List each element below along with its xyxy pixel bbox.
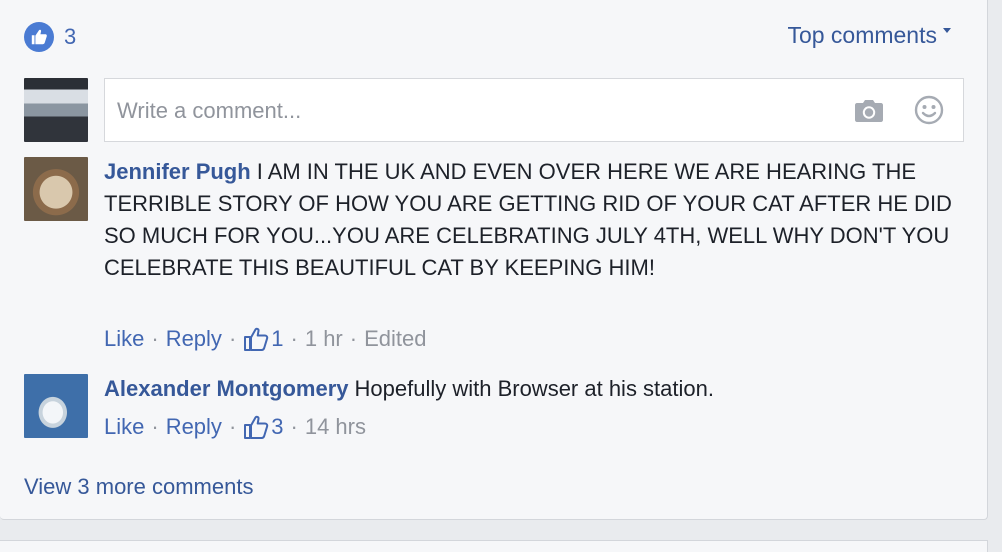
separator-dot: · [290,414,298,439]
comment-author[interactable]: Jennifer Pugh [104,159,251,184]
separator-dot: · [349,326,358,351]
view-more-comments-link[interactable]: View 3 more comments [24,474,253,500]
commenter-avatar[interactable] [24,374,88,438]
camera-icon[interactable] [854,99,884,123]
comment-reaction-count[interactable]: 3 [271,414,283,440]
reply-link[interactable]: Reply [166,414,222,440]
separator-dot: · [151,326,159,351]
comment-composer[interactable] [104,78,964,142]
comment-timestamp[interactable]: 14 hrs [305,414,366,440]
like-link[interactable]: Like [104,414,144,440]
separator-dot: · [290,326,298,351]
like-link[interactable]: Like [104,326,144,352]
separator-dot: · [228,326,237,351]
comment-body: Alexander Montgomery Hopefully with Brows… [104,373,954,405]
top-comments-dropdown[interactable]: Top comments [787,22,951,49]
separator-dot: · [151,414,159,439]
sort-label: Top comments [787,22,937,48]
comment-author[interactable]: Alexander Montgomery [104,376,349,401]
comment-actions: Like · Reply · 3 · 14 hrs [104,414,366,440]
separator-dot: · [228,414,237,439]
comment-body: Jennifer Pugh I AM IN THE UK AND EVEN OVE… [104,156,954,284]
caret-down-icon [943,28,951,33]
comments-panel: 3 Top comments Jennifer PughI AM IN THE [0,0,988,520]
comment-text: Hopefully with Browser at his station. [354,376,715,401]
smiley-icon[interactable] [914,95,944,125]
thumbs-up-outline-icon[interactable] [243,326,269,352]
comment-timestamp[interactable]: 1 hr [305,326,343,352]
reply-link[interactable]: Reply [166,326,222,352]
current-user-avatar [24,78,88,142]
edited-label[interactable]: Edited [364,326,426,352]
next-post-card [0,540,988,552]
reaction-summary[interactable]: 3 [24,22,76,52]
commenter-avatar[interactable] [24,157,88,221]
thumbs-up-outline-icon[interactable] [243,414,269,440]
comment-actions: Like · Reply · 1 · 1 hr · Edited [104,326,426,352]
reaction-count: 3 [64,24,77,49]
thumbs-up-icon [24,22,54,52]
comment-reaction-count[interactable]: 1 [271,326,283,352]
comment-input[interactable] [117,95,817,127]
